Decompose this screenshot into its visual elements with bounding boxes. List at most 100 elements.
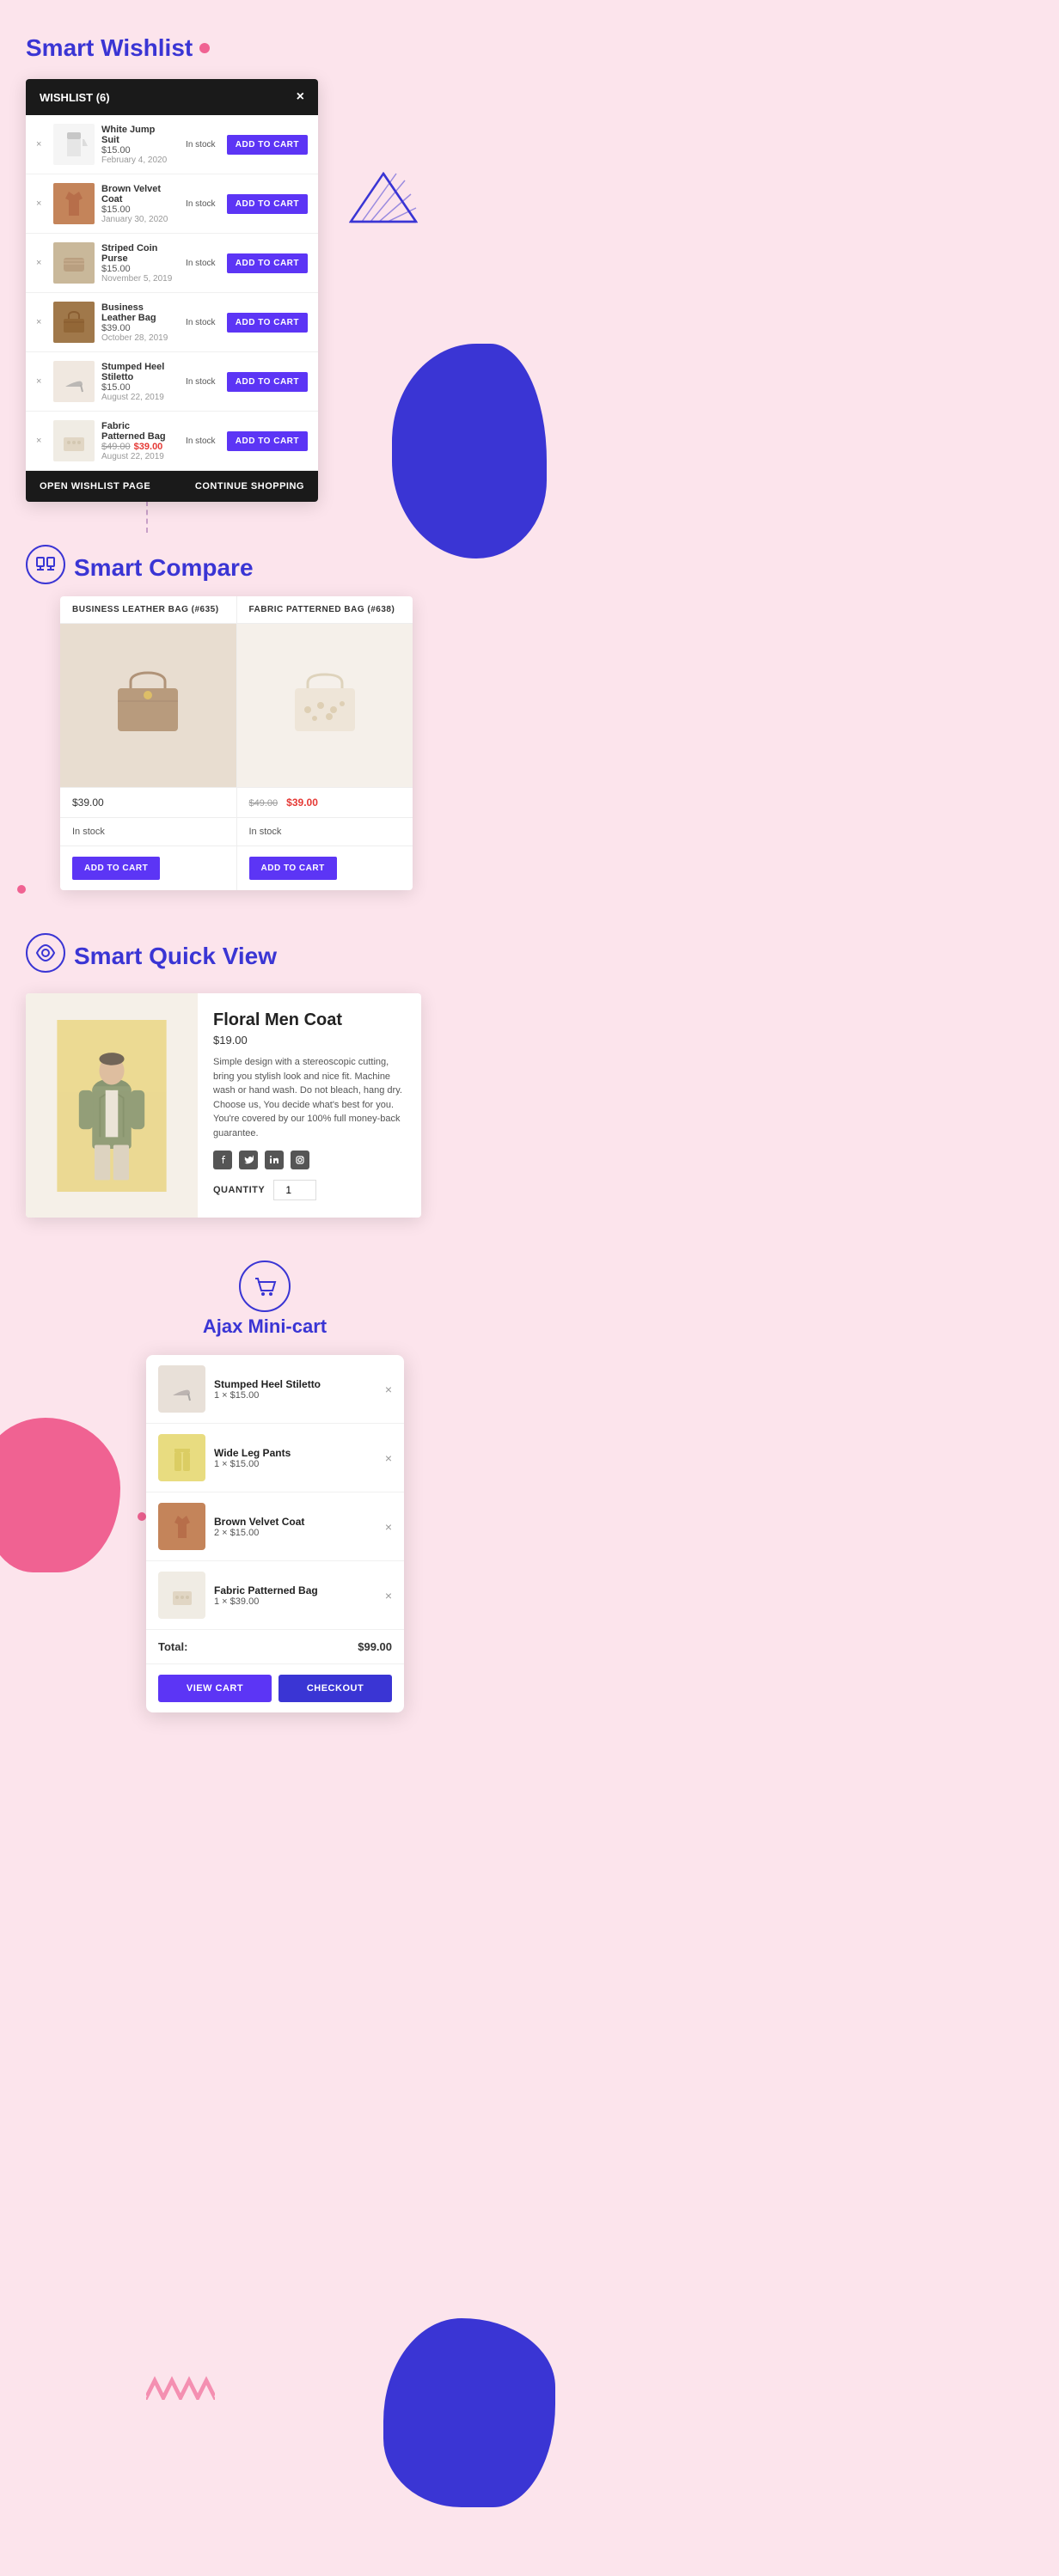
- minicart-section-title: Ajax Mini-cart: [203, 1315, 327, 1338]
- wishlist-add-to-cart-btn[interactable]: ADD TO CART: [227, 194, 308, 214]
- minicart-item: Stumped Heel Stiletto 1 × $15.00 ×: [146, 1355, 404, 1424]
- bg-decoration-blue2: [383, 2318, 555, 2507]
- minicart-remove-btn[interactable]: ×: [385, 1383, 392, 1396]
- compare-col-header-2: FABRIC PATTERNED BAG (#638): [237, 596, 413, 624]
- quantity-label: QUANTITY: [213, 1185, 265, 1195]
- facebook-share-icon[interactable]: [213, 1151, 232, 1169]
- wishlist-remove-btn[interactable]: ×: [36, 258, 46, 268]
- wishlist-item-info: Brown Velvet Coat $15.00 January 30, 202…: [101, 184, 174, 224]
- minicart-item-image: [158, 1503, 205, 1550]
- minicart-item: Wide Leg Pants 1 × $15.00 ×: [146, 1424, 404, 1492]
- wishlist-remove-btn[interactable]: ×: [36, 376, 46, 387]
- wishlist-section-title: Smart Wishlist: [26, 34, 504, 62]
- wishlist-add-to-cart-btn[interactable]: ADD TO CART: [227, 253, 308, 273]
- wishlist-item-image: [53, 124, 95, 165]
- minicart-total-label: Total:: [158, 1640, 187, 1653]
- minicart-icon: [239, 1261, 291, 1312]
- minicart-item-info: Fabric Patterned Bag 1 × $39.00: [214, 1584, 376, 1607]
- minicart-item: Brown Velvet Coat 2 × $15.00 ×: [146, 1492, 404, 1561]
- wishlist-add-to-cart-btn[interactable]: ADD TO CART: [227, 135, 308, 155]
- quickview-section-title: Smart Quick View: [74, 943, 277, 970]
- compare-img-2: [237, 624, 413, 787]
- compare-price-2: $49.00 $39.00: [237, 788, 413, 817]
- wishlist-item-status: In stock: [181, 199, 220, 209]
- minicart-total-row: Total: $99.00: [146, 1630, 404, 1664]
- wishlist-close-button[interactable]: ×: [297, 89, 304, 105]
- wishlist-item-image: [53, 361, 95, 402]
- minicart-section: Ajax Mini-cart Stumped Heel Stiletto 1 ×…: [26, 1261, 504, 1712]
- wishlist-add-to-cart-btn[interactable]: ADD TO CART: [227, 372, 308, 392]
- minicart-remove-btn[interactable]: ×: [385, 1589, 392, 1602]
- wishlist-item-info: Striped Coin Purse $15.00 November 5, 20…: [101, 243, 174, 284]
- wishlist-header-title: WISHLIST (6): [40, 91, 110, 104]
- wishlist-add-to-cart-btn[interactable]: ADD TO CART: [227, 313, 308, 333]
- checkout-button[interactable]: CHECKOUT: [279, 1675, 392, 1702]
- wishlist-item: × White Jump Suit $15.00 February 4, 202…: [26, 115, 318, 174]
- quickview-product-name: Floral Men Coat: [213, 1010, 406, 1030]
- wishlist-item-status: In stock: [181, 140, 220, 150]
- minicart-item-image: [158, 1365, 205, 1413]
- wishlist-item: × Brown Velvet Coat $15.00 January 30, 2…: [26, 174, 318, 234]
- quantity-input[interactable]: [273, 1180, 316, 1200]
- compare-add-to-cart-btn-2[interactable]: ADD TO CART: [249, 857, 337, 880]
- compare-icon: [26, 545, 65, 584]
- twitter-share-icon[interactable]: [239, 1151, 258, 1169]
- wishlist-item: × Stumped Heel Stiletto $15.00 August 22…: [26, 352, 318, 412]
- continue-shopping-link[interactable]: CONTINUE SHOPPING: [195, 481, 304, 491]
- minicart-remove-btn[interactable]: ×: [385, 1520, 392, 1534]
- open-wishlist-link[interactable]: OPEN WISHLIST PAGE: [40, 481, 150, 491]
- minicart-item-image: [158, 1434, 205, 1481]
- wishlist-item-image: [53, 183, 95, 224]
- quickview-icon: [26, 933, 65, 973]
- view-cart-button[interactable]: VIEW CART: [158, 1675, 272, 1702]
- title-dot: [199, 43, 210, 53]
- minicart-total-amount: $99.00: [358, 1640, 392, 1653]
- compare-status-1: In stock: [60, 818, 237, 845]
- minicart-item: Fabric Patterned Bag 1 × $39.00 ×: [146, 1561, 404, 1630]
- wishlist-header: WISHLIST (6) ×: [26, 79, 318, 115]
- compare-status-row: In stock In stock: [60, 817, 413, 845]
- wishlist-add-to-cart-btn[interactable]: ADD TO CART: [227, 431, 308, 451]
- compare-col-header-1: BUSINESS LEATHER BAG (#635): [60, 596, 237, 624]
- wishlist-item-info: Fabric Patterned Bag $49.00 $39.00 Augus…: [101, 421, 174, 461]
- wishlist-remove-btn[interactable]: ×: [36, 198, 46, 209]
- minicart-item-image: [158, 1572, 205, 1619]
- quantity-row: QUANTITY: [213, 1180, 406, 1200]
- compare-img-1: [60, 624, 237, 787]
- wishlist-item-image: [53, 302, 95, 343]
- quickview-price: $19.00: [213, 1034, 406, 1047]
- compare-btn-row: ADD TO CART ADD TO CART: [60, 845, 413, 890]
- compare-price-row: $39.00 $49.00 $39.00: [60, 787, 413, 817]
- wishlist-remove-btn[interactable]: ×: [36, 317, 46, 327]
- compare-section: Smart Compare BUSINESS LEATHER BAG (#635…: [26, 545, 504, 890]
- wishlist-item: × Fabric Patterned Bag $49.00 $39.00 Aug…: [26, 412, 318, 471]
- minicart-icon-area: Ajax Mini-cart: [26, 1261, 504, 1355]
- compare-add-to-cart-btn-1[interactable]: ADD TO CART: [72, 857, 160, 880]
- social-share-icons: [213, 1151, 406, 1169]
- compare-section-title: Smart Compare: [74, 554, 254, 582]
- wishlist-item-info: Business Leather Bag $39.00 October 28, …: [101, 302, 174, 343]
- wishlist-item-status: In stock: [181, 377, 220, 387]
- linkedin-share-icon[interactable]: [265, 1151, 284, 1169]
- compare-panel: BUSINESS LEATHER BAG (#635) FABRIC PATTE…: [60, 596, 413, 890]
- wishlist-item-status: In stock: [181, 436, 220, 446]
- minicart-item-info: Brown Velvet Coat 2 × $15.00: [214, 1516, 376, 1538]
- quickview-panel: Floral Men Coat $19.00 Simple design wit…: [26, 993, 421, 1218]
- minicart-remove-btn[interactable]: ×: [385, 1451, 392, 1465]
- compare-btn-cell-1: ADD TO CART: [60, 846, 237, 890]
- compare-btn-cell-2: ADD TO CART: [237, 846, 413, 890]
- minicart-item-info: Stumped Heel Stiletto 1 × $15.00: [214, 1378, 376, 1401]
- minicart-buttons: VIEW CART CHECKOUT: [146, 1664, 404, 1712]
- wishlist-item-status: In stock: [181, 259, 220, 268]
- wishlist-item-image: [53, 242, 95, 284]
- wishlist-item: × Striped Coin Purse $15.00 November 5, …: [26, 234, 318, 293]
- wishlist-item-image: [53, 420, 95, 461]
- quickview-description: Simple design with a stereoscopic cuttin…: [213, 1055, 406, 1140]
- wishlist-remove-btn[interactable]: ×: [36, 436, 46, 446]
- instagram-share-icon[interactable]: [291, 1151, 309, 1169]
- wishlist-remove-btn[interactable]: ×: [36, 139, 46, 150]
- wishlist-item-status: In stock: [181, 318, 220, 327]
- compare-images: [60, 624, 413, 787]
- minicart-panel: Stumped Heel Stiletto 1 × $15.00 × Wide …: [146, 1355, 404, 1712]
- wishlist-footer: OPEN WISHLIST PAGE CONTINUE SHOPPING: [26, 471, 318, 502]
